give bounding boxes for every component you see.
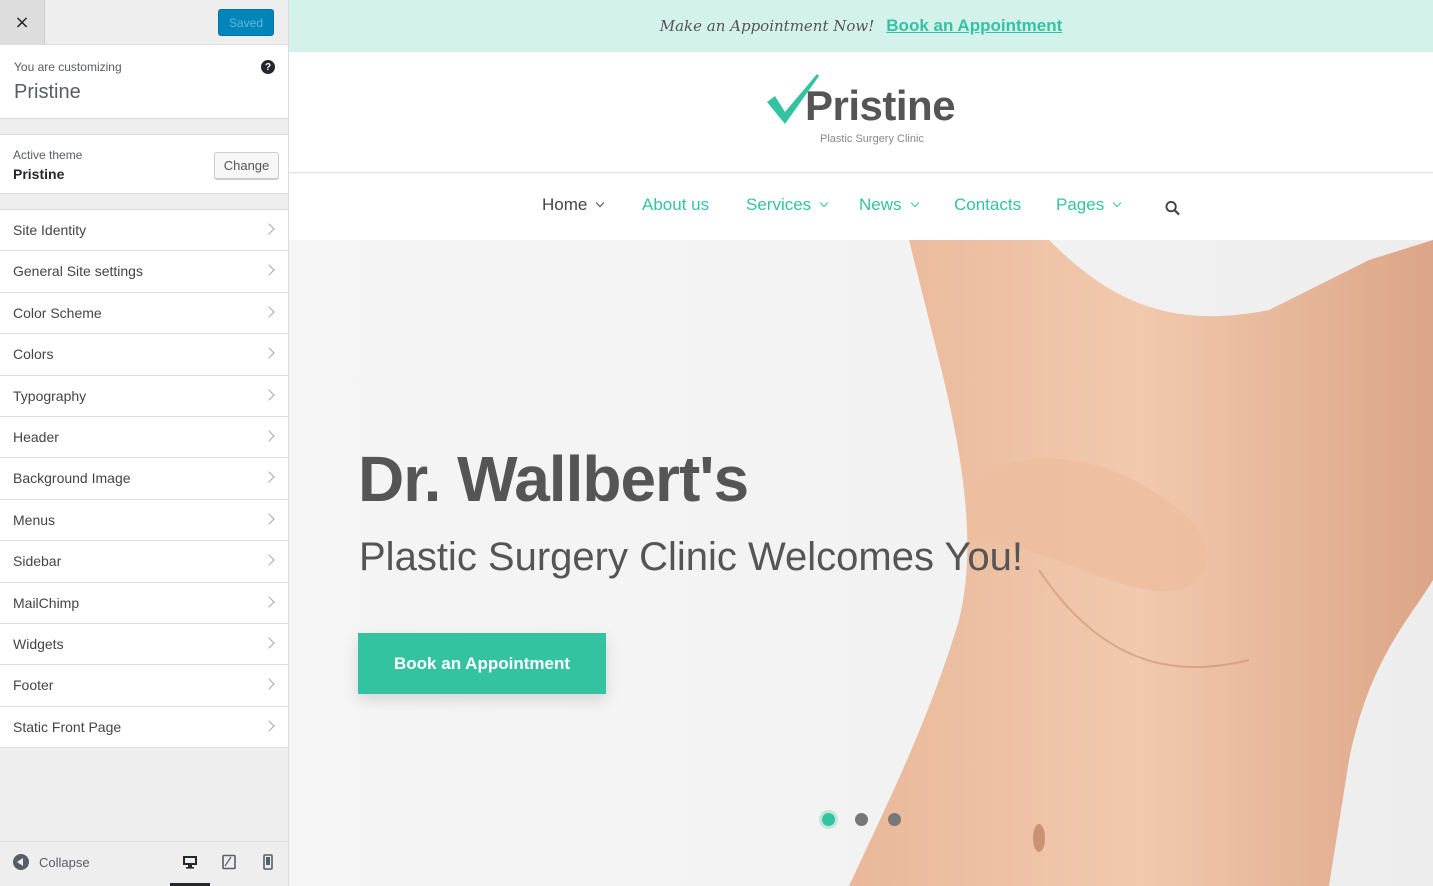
chevron-right-icon bbox=[263, 223, 275, 235]
section-label: Typography bbox=[13, 387, 87, 404]
chevron-right-icon bbox=[263, 720, 275, 732]
desktop-preview-button[interactable] bbox=[170, 854, 210, 886]
saved-button[interactable]: Saved bbox=[218, 9, 274, 36]
section-sidebar[interactable]: Sidebar bbox=[0, 541, 288, 583]
section-background-image[interactable]: Background Image bbox=[0, 458, 288, 500]
customizing-label: You are customizing bbox=[14, 60, 122, 74]
hero-subtitle: Plastic Surgery Clinic Welcomes You! bbox=[359, 535, 1023, 579]
nav-item-pages[interactable]: Pages bbox=[1056, 195, 1122, 215]
section-static-front-page[interactable]: Static Front Page bbox=[0, 706, 288, 749]
tablet-icon bbox=[222, 854, 236, 870]
mobile-preview-button[interactable] bbox=[248, 854, 288, 884]
chevron-right-icon bbox=[263, 678, 275, 690]
nav-item-services[interactable]: Services bbox=[746, 195, 829, 215]
section-mailchimp[interactable]: MailChimp bbox=[0, 582, 288, 624]
nav-item-home[interactable]: Home bbox=[542, 195, 605, 215]
chevron-down-icon bbox=[1112, 198, 1122, 208]
collapse-label: Collapse bbox=[39, 854, 90, 870]
section-label: Widgets bbox=[13, 635, 64, 652]
nav-label: Pages bbox=[1056, 195, 1105, 214]
section-color-scheme[interactable]: Color Scheme bbox=[0, 292, 288, 335]
slider-dot-1[interactable] bbox=[822, 813, 835, 826]
customizer-sidebar: × Saved You are customizing Pristine ? A… bbox=[0, 0, 289, 886]
appointment-topbar: Make an Appointment Now! Book an Appoint… bbox=[289, 0, 1433, 52]
chevron-right-icon bbox=[263, 637, 275, 649]
main-navigation: Home About us Services News Contacts Pag… bbox=[289, 174, 1433, 240]
desktop-icon bbox=[183, 856, 197, 869]
site-preview: Make an Appointment Now! Book an Appoint… bbox=[289, 0, 1433, 886]
slider-dot-2[interactable] bbox=[855, 813, 868, 826]
site-header: Pristine Plastic Surgery Clinic bbox=[289, 52, 1433, 173]
customizer-header: × Saved bbox=[0, 0, 288, 45]
section-label: Colors bbox=[13, 346, 54, 363]
nav-item-about[interactable]: About us bbox=[642, 195, 709, 215]
section-typography[interactable]: Typography bbox=[0, 375, 288, 417]
nav-label: About us bbox=[642, 195, 710, 214]
hero-slider: Dr. Wallbert's Plastic Surgery Clinic We… bbox=[289, 240, 1433, 886]
section-label: Static Front Page bbox=[13, 718, 122, 735]
customizer-info: You are customizing Pristine ? bbox=[0, 45, 288, 119]
mobile-icon bbox=[263, 854, 273, 870]
nav-label: News bbox=[859, 195, 902, 214]
section-header[interactable]: Header bbox=[0, 416, 288, 459]
section-site-identity[interactable]: Site Identity bbox=[0, 210, 288, 252]
section-label: General Site settings bbox=[13, 263, 143, 280]
nav-label: Services bbox=[746, 195, 812, 214]
close-icon[interactable]: × bbox=[0, 0, 45, 45]
section-label: Footer bbox=[13, 677, 54, 694]
customizer-sections: Site Identity General Site settings Colo… bbox=[0, 209, 288, 749]
active-theme-label: Active theme bbox=[13, 148, 83, 162]
section-label: Sidebar bbox=[13, 553, 62, 570]
customizer-footer: Collapse bbox=[0, 841, 288, 886]
active-theme-panel: Active theme Pristine Change bbox=[0, 134, 288, 194]
hero-title: Dr. Wallbert's bbox=[358, 443, 749, 515]
collapse-button[interactable]: Collapse bbox=[13, 854, 90, 870]
section-label: Site Identity bbox=[13, 222, 87, 238]
section-label: MailChimp bbox=[13, 594, 80, 611]
book-appointment-button[interactable]: Book an Appointment bbox=[358, 633, 606, 694]
chevron-right-icon bbox=[263, 471, 275, 484]
chevron-right-icon bbox=[263, 388, 275, 401]
chevron-right-icon bbox=[263, 595, 275, 608]
section-label: Color Scheme bbox=[13, 304, 102, 321]
search-icon[interactable] bbox=[1165, 200, 1180, 216]
section-colors[interactable]: Colors bbox=[0, 334, 288, 376]
site-title: Pristine bbox=[14, 81, 81, 103]
nav-item-contacts[interactable]: Contacts bbox=[954, 195, 1021, 215]
section-label: Menus bbox=[13, 511, 56, 528]
section-widgets[interactable]: Widgets bbox=[0, 623, 288, 666]
tablet-preview-button[interactable] bbox=[209, 854, 249, 884]
section-label: Header bbox=[13, 428, 59, 445]
chevron-right-icon bbox=[263, 347, 275, 359]
chevron-down-icon bbox=[819, 198, 829, 208]
help-icon[interactable]: ? bbox=[261, 60, 275, 74]
topbar-text: Make an Appointment Now! bbox=[659, 17, 875, 35]
chevron-right-icon bbox=[263, 513, 275, 525]
section-label: Background Image bbox=[13, 470, 131, 487]
nav-item-news[interactable]: News bbox=[859, 195, 919, 215]
site-logo[interactable]: Pristine bbox=[805, 82, 956, 130]
nav-label: Home bbox=[542, 195, 588, 214]
active-theme-name: Pristine bbox=[13, 166, 65, 182]
change-theme-button[interactable]: Change bbox=[214, 152, 279, 179]
topbar-appointment-link[interactable]: Book an Appointment bbox=[886, 16, 1062, 36]
chevron-down-icon bbox=[910, 198, 919, 208]
chevron-right-icon bbox=[263, 306, 275, 318]
section-menus[interactable]: Menus bbox=[0, 499, 288, 542]
nav-label: Contacts bbox=[954, 195, 1022, 214]
collapse-icon bbox=[13, 854, 29, 870]
chevron-right-icon bbox=[263, 430, 275, 442]
slider-dot-3[interactable] bbox=[888, 813, 901, 826]
chevron-right-icon bbox=[263, 554, 275, 566]
chevron-right-icon bbox=[263, 264, 275, 277]
section-general-site-settings[interactable]: General Site settings bbox=[0, 251, 288, 293]
section-footer[interactable]: Footer bbox=[0, 665, 288, 707]
chevron-down-icon bbox=[596, 198, 605, 208]
site-tagline: Plastic Surgery Clinic bbox=[820, 133, 924, 145]
